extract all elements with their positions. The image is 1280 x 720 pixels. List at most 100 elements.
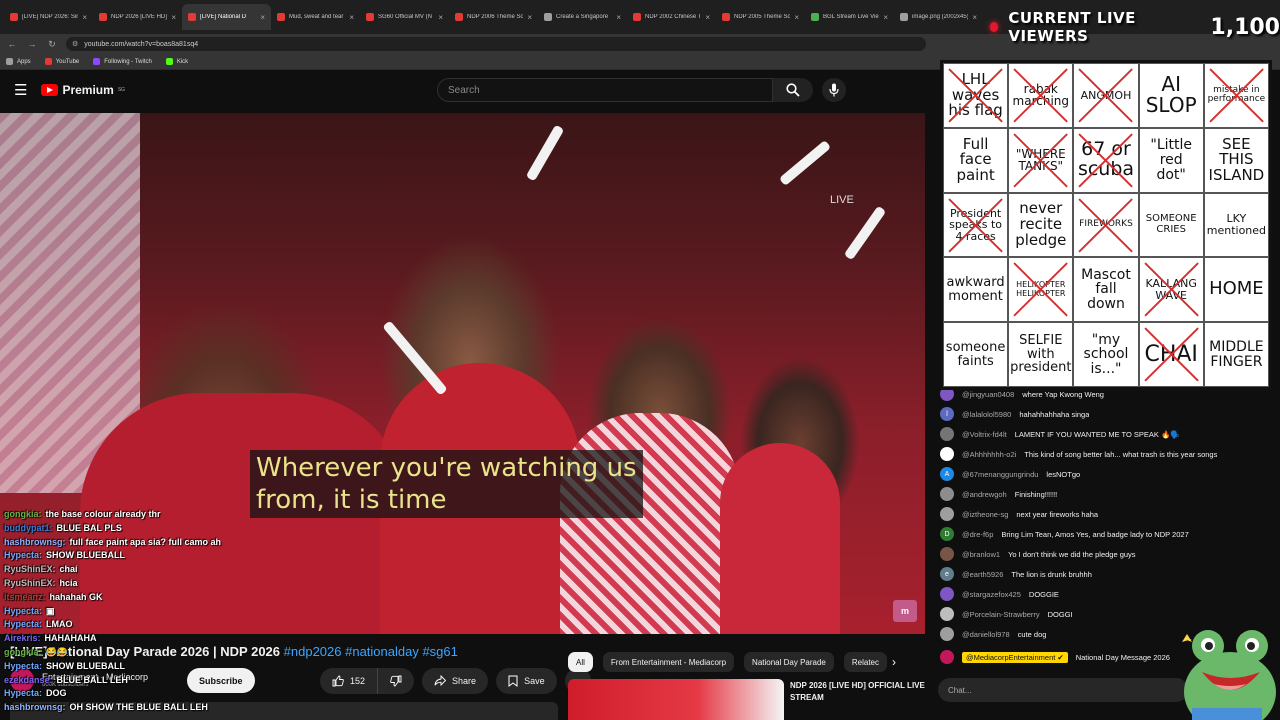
tab-favicon-icon <box>544 13 552 21</box>
tab-close-icon[interactable]: × <box>260 13 265 22</box>
bookmark-item[interactable]: Kick <box>165 58 188 65</box>
chat-message[interactable]: D @dre-f6p Bring Lim Tean, Amos Yes, and b… <box>940 524 1270 544</box>
filter-chip[interactable]: Relatec <box>843 652 887 672</box>
save-button[interactable]: Save <box>496 668 557 694</box>
browser-tab[interactable]: NDP 2002 Chinese T × <box>627 4 716 30</box>
browser-tab[interactable]: NDP 2005 Theme So × <box>716 4 805 30</box>
browser-tab[interactable]: NDP 2026 [LIVE HD] × <box>93 4 182 30</box>
browser-tab[interactable]: [LIVE] National D × <box>182 4 271 30</box>
bookmark-item[interactable]: Apps <box>6 58 31 65</box>
chat-username[interactable]: @earth5926 <box>962 570 1003 579</box>
overlay-chat-text: 😂😂 <box>45 646 68 657</box>
voice-search-button[interactable] <box>822 78 846 102</box>
tab-close-icon[interactable]: × <box>171 13 176 22</box>
chat-avatar[interactable] <box>940 507 954 521</box>
chat-username[interactable]: @andrewgoh <box>962 490 1007 499</box>
browser-tab[interactable]: Mud, sweat and tear × <box>271 4 360 30</box>
share-button[interactable]: Share <box>422 668 489 694</box>
bookmark-item[interactable]: YouTube <box>44 58 79 65</box>
browser-tab[interactable]: [LIVE] NDP 2026: Sin × <box>4 4 93 30</box>
chat-message[interactable]: e @earth5926 The lion is drunk bruhhh <box>940 564 1270 584</box>
chat-avatar[interactable]: D <box>940 527 954 541</box>
chat-avatar[interactable] <box>940 487 954 501</box>
search-placeholder: Search <box>448 84 480 96</box>
chat-message[interactable]: A @67menanggungrindu lesNOTgo <box>940 464 1270 484</box>
overlay-chat-line: Hypecta: DOG <box>4 687 324 701</box>
chat-message[interactable]: l @lalalolol5980 hahahhahhaha singa <box>940 404 1270 424</box>
chat-avatar[interactable]: l <box>940 407 954 421</box>
chat-username[interactable]: @67menanggungrindu <box>962 470 1038 479</box>
chat-username[interactable]: @Ahhhhhhh-o2i <box>962 450 1016 459</box>
filter-chip[interactable]: All <box>568 652 593 672</box>
url-field[interactable]: ⚙ youtube.com/watch?v=boas8a81sq4 <box>66 37 926 51</box>
tab-close-icon[interactable]: × <box>349 13 354 22</box>
filter-chip[interactable]: National Day Parade <box>744 652 834 672</box>
browser-tab[interactable]: SG60 Official MV (N × <box>360 4 449 30</box>
tab-close-icon[interactable]: × <box>82 13 87 22</box>
chat-username[interactable]: @stargazefox425 <box>962 590 1021 599</box>
menu-icon[interactable]: ☰ <box>14 81 27 99</box>
youtube-logo[interactable]: Premium SG <box>41 83 125 97</box>
bingo-cell-text: SOMEONE CRIES <box>1145 213 1197 235</box>
search-input[interactable]: Search <box>437 78 773 102</box>
chat-username[interactable]: @branlow1 <box>962 550 1000 559</box>
filter-chip[interactable]: From Entertainment - Mediacorp <box>602 652 735 672</box>
chat-username[interactable]: @lalalolol5980 <box>962 410 1011 419</box>
related-video-thumbnail[interactable] <box>568 679 784 720</box>
bingo-cell-text: mistake in performance <box>1207 84 1266 105</box>
chat-avatar[interactable] <box>940 547 954 561</box>
chat-avatar[interactable] <box>940 427 954 441</box>
overlay-chat-user: itsmeanz: <box>4 591 46 602</box>
reload-icon[interactable]: ↻ <box>46 39 58 50</box>
bingo-cell: "Little red dot" <box>1138 127 1204 193</box>
chat-username[interactable]: @daniellol978 <box>962 630 1010 639</box>
tab-close-icon[interactable]: × <box>705 13 710 22</box>
bingo-cell-text: MIDDLE FINGER <box>1209 338 1264 370</box>
related-video-title[interactable]: NDP 2026 [LIVE HD] OFFICIAL LIVE STREAM <box>790 680 930 704</box>
browser-tab[interactable]: Create a Singapore × <box>538 4 627 30</box>
chat-message[interactable]: @andrewgoh Finishing!!!!!! <box>940 484 1270 504</box>
chat-text: cute dog <box>1017 629 1047 639</box>
chat-input[interactable]: Chat... <box>938 678 1188 702</box>
tab-close-icon[interactable]: × <box>527 13 532 22</box>
chat-avatar[interactable] <box>940 447 954 461</box>
chevron-right-icon[interactable]: › <box>892 655 896 669</box>
chat-username[interactable]: @iztheone-sg <box>962 510 1008 519</box>
chat-message[interactable]: @iztheone-sg next year fireworks haha <box>940 504 1270 524</box>
chat-message[interactable]: @Voltrix-fd4lt LAMENT IF YOU WANTED ME TO… <box>940 424 1270 444</box>
thumbs-down-icon <box>390 675 402 687</box>
like-button[interactable]: 152 <box>320 668 379 694</box>
browser-tab[interactable]: BGL Stream Live Vie × <box>805 4 894 30</box>
tab-close-icon[interactable]: × <box>794 13 799 22</box>
chat-username[interactable]: @Porcelain-Strawberry <box>962 610 1040 619</box>
chat-avatar[interactable] <box>940 587 954 601</box>
overlay-chat-line: Hypecta: ▣ <box>4 605 324 619</box>
dislike-button[interactable] <box>378 668 415 694</box>
tab-close-icon[interactable]: × <box>972 13 977 22</box>
chat-avatar[interactable]: e <box>940 567 954 581</box>
overlay-chat-user: Hypecta: <box>4 619 43 630</box>
chat-username[interactable]: @jingyuan0408 <box>962 390 1014 399</box>
tab-close-icon[interactable]: × <box>616 13 621 22</box>
tab-title: NDP 2002 Chinese T <box>645 14 702 20</box>
chat-avatar[interactable]: A <box>940 467 954 481</box>
site-info-icon[interactable]: ⚙ <box>72 40 78 48</box>
chat-message[interactable]: @Ahhhhhhh-o2i This kind of song better la… <box>940 444 1270 464</box>
search-button[interactable] <box>773 78 813 102</box>
back-icon[interactable]: ← <box>6 39 18 49</box>
bookmark-icon <box>508 675 518 687</box>
chat-text: This kind of song better lah... what tra… <box>1024 449 1218 459</box>
bookmark-item[interactable]: Following - Twitch <box>93 58 152 65</box>
chat-username[interactable]: @Voltrix-fd4lt <box>962 430 1007 439</box>
tab-close-icon[interactable]: × <box>438 13 443 22</box>
chat-avatar[interactable] <box>940 607 954 621</box>
browser-tab[interactable]: NDP 2006 Theme So × <box>449 4 538 30</box>
live-viewers-counter: CURRENT LIVE VIEWERS 1,100 <box>990 9 1280 45</box>
chat-message[interactable]: @branlow1 Yo I don't think we did the ple… <box>940 544 1270 564</box>
chat-avatar[interactable] <box>940 627 954 641</box>
forward-icon[interactable]: → <box>26 39 38 49</box>
tab-close-icon[interactable]: × <box>883 13 888 22</box>
chat-message[interactable]: @stargazefox425 DOGGIE <box>940 584 1270 604</box>
browser-tab[interactable]: image.png (2002x45) × <box>894 4 983 30</box>
chat-username[interactable]: @dre-f6p <box>962 530 993 539</box>
